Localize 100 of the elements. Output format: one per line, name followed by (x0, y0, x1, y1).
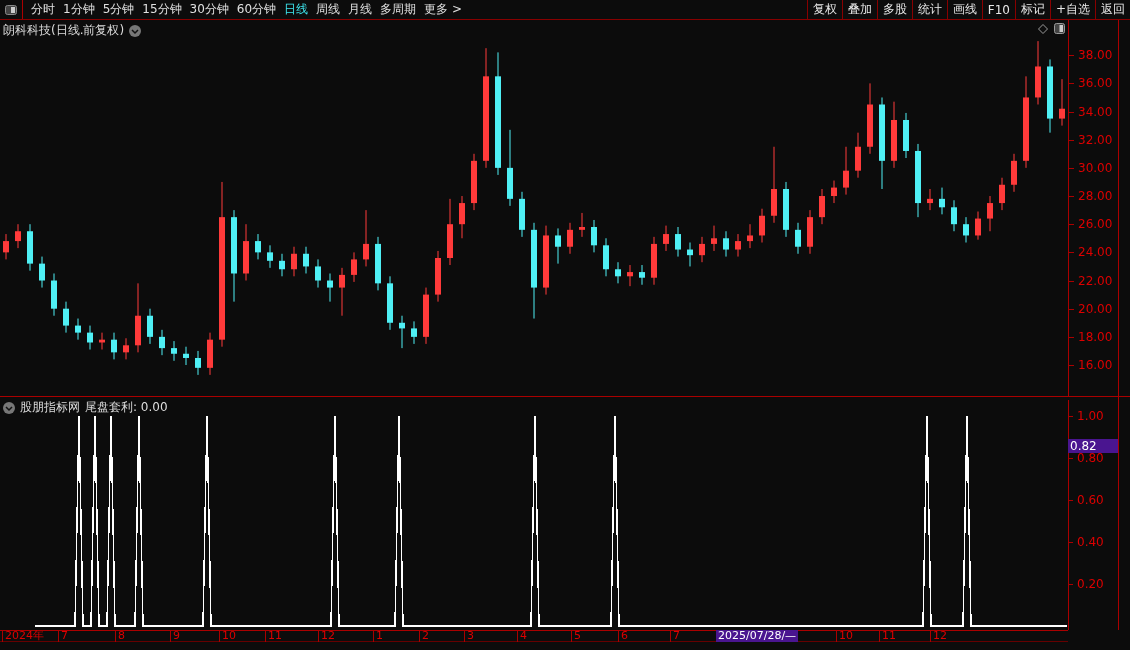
candlestick (315, 258, 321, 289)
period-tab[interactable]: 30分钟 (185, 0, 233, 19)
candlestick (411, 320, 417, 345)
candlestick (195, 350, 201, 376)
candlestick (651, 236, 657, 286)
diamond-icon[interactable] (1038, 23, 1048, 34)
value-axis-label: 0.80 (1077, 451, 1104, 465)
date-axis-label: 9 (170, 630, 180, 642)
candlestick (567, 222, 573, 255)
candlestick (591, 219, 597, 253)
period-tab[interactable]: 分时 (27, 0, 59, 19)
date-axis-label: 2024年 (2, 630, 44, 642)
candlestick (171, 340, 177, 362)
candlestick (759, 208, 765, 243)
candlestick (135, 282, 141, 353)
candlestick (303, 246, 309, 274)
candlestick (267, 244, 273, 269)
price-axis-label: 16.00 (1078, 358, 1113, 372)
period-tab[interactable]: 1分钟 (59, 0, 99, 19)
panel-toggle-icon[interactable] (5, 4, 17, 15)
price-axis-label: 28.00 (1078, 189, 1113, 203)
date-axis-label: 12 (318, 630, 335, 642)
candlestick (963, 216, 969, 243)
candlestick (975, 211, 981, 241)
candlestick (183, 346, 189, 366)
candlestick (723, 230, 729, 258)
indicator-legend: 尾盘套利: 0.00 (85, 399, 168, 416)
panel-toggle-icon[interactable] (1054, 23, 1065, 34)
candlestick (1059, 78, 1065, 127)
candlestick (399, 315, 405, 349)
date-axis-label: 5 (571, 630, 581, 642)
candlestick (27, 223, 33, 272)
period-tab[interactable]: 周线 (312, 0, 345, 19)
candlestick (927, 188, 933, 211)
price-axis-label: 30.00 (1078, 160, 1113, 175)
candlestick (819, 188, 825, 225)
candlestick (747, 223, 753, 249)
date-axis-label: 11 (879, 630, 896, 642)
indicator-source: 股朋指标网 (20, 399, 80, 416)
period-tab[interactable]: 更多 > (420, 0, 466, 19)
date-axis-label: 11 (265, 630, 282, 642)
chevron-down-icon[interactable] (129, 24, 142, 37)
price-axis-label: 36.00 (1078, 76, 1113, 91)
candlestick (111, 332, 117, 360)
period-tab[interactable]: 多周期 (376, 0, 421, 19)
candlestick (39, 256, 45, 289)
price-axis-label: 32.00 (1078, 132, 1113, 147)
price-axis-label: 20.00 (1078, 301, 1113, 316)
candlestick (51, 273, 57, 317)
date-axis-label: 7 (58, 630, 68, 642)
candlestick (339, 267, 345, 317)
price-axis-label: 26.00 (1078, 217, 1113, 232)
value-axis-label: 0.40 (1077, 535, 1104, 549)
period-tab[interactable]: 60分钟 (232, 0, 281, 19)
candlestick (543, 225, 549, 296)
price-axis-label: 22.00 (1078, 273, 1113, 288)
cursor-value-label: 0.82 (1068, 439, 1118, 453)
value-axis-label: 1.00 (1077, 409, 1104, 423)
price-axis-label: 24.00 (1078, 245, 1113, 260)
candlestick (207, 332, 213, 376)
candlestick (579, 212, 585, 238)
candlestick (327, 273, 333, 303)
period-tab[interactable]: 日线 (280, 0, 313, 19)
candlestick (255, 233, 261, 260)
candlestick (279, 253, 285, 277)
period-tab[interactable]: 5分钟 (98, 0, 139, 19)
candlestick (615, 261, 621, 284)
candlestick (471, 153, 477, 211)
candlestick (375, 236, 381, 291)
candlestick (699, 236, 705, 263)
candlestick (663, 225, 669, 252)
candlestick (75, 318, 81, 341)
candlestick (795, 222, 801, 255)
candlestick (147, 308, 153, 345)
candlestick (363, 209, 369, 267)
candlestick (711, 225, 717, 252)
candlestick (999, 177, 1005, 211)
candlestick (939, 187, 945, 215)
stock-title: 朗科科技(日线.前复权) (3, 22, 125, 39)
candlestick (123, 337, 129, 360)
date-axis-label: 2 (419, 630, 429, 642)
candlestick (15, 223, 21, 249)
candlestick (519, 191, 525, 238)
date-axis-label: 10 (836, 630, 853, 642)
date-axis-label: 7 (670, 630, 680, 642)
period-tab[interactable]: 15分钟 (138, 0, 186, 19)
chevron-down-icon[interactable] (3, 401, 15, 414)
candlestick (987, 195, 993, 232)
value-axis-label: 0.60 (1077, 493, 1104, 507)
candlestick (99, 332, 105, 351)
candlestick (243, 223, 249, 281)
candlestick (627, 264, 633, 287)
date-axis-label: 12 (930, 630, 947, 642)
period-tab[interactable]: 月线 (344, 0, 377, 19)
candlestick (423, 287, 429, 345)
candlestick (459, 195, 465, 239)
price-axis-label: 38.00 (1078, 48, 1113, 63)
price-axis-label: 34.00 (1078, 104, 1113, 119)
candlestick (351, 251, 357, 283)
candlestick (843, 146, 849, 196)
